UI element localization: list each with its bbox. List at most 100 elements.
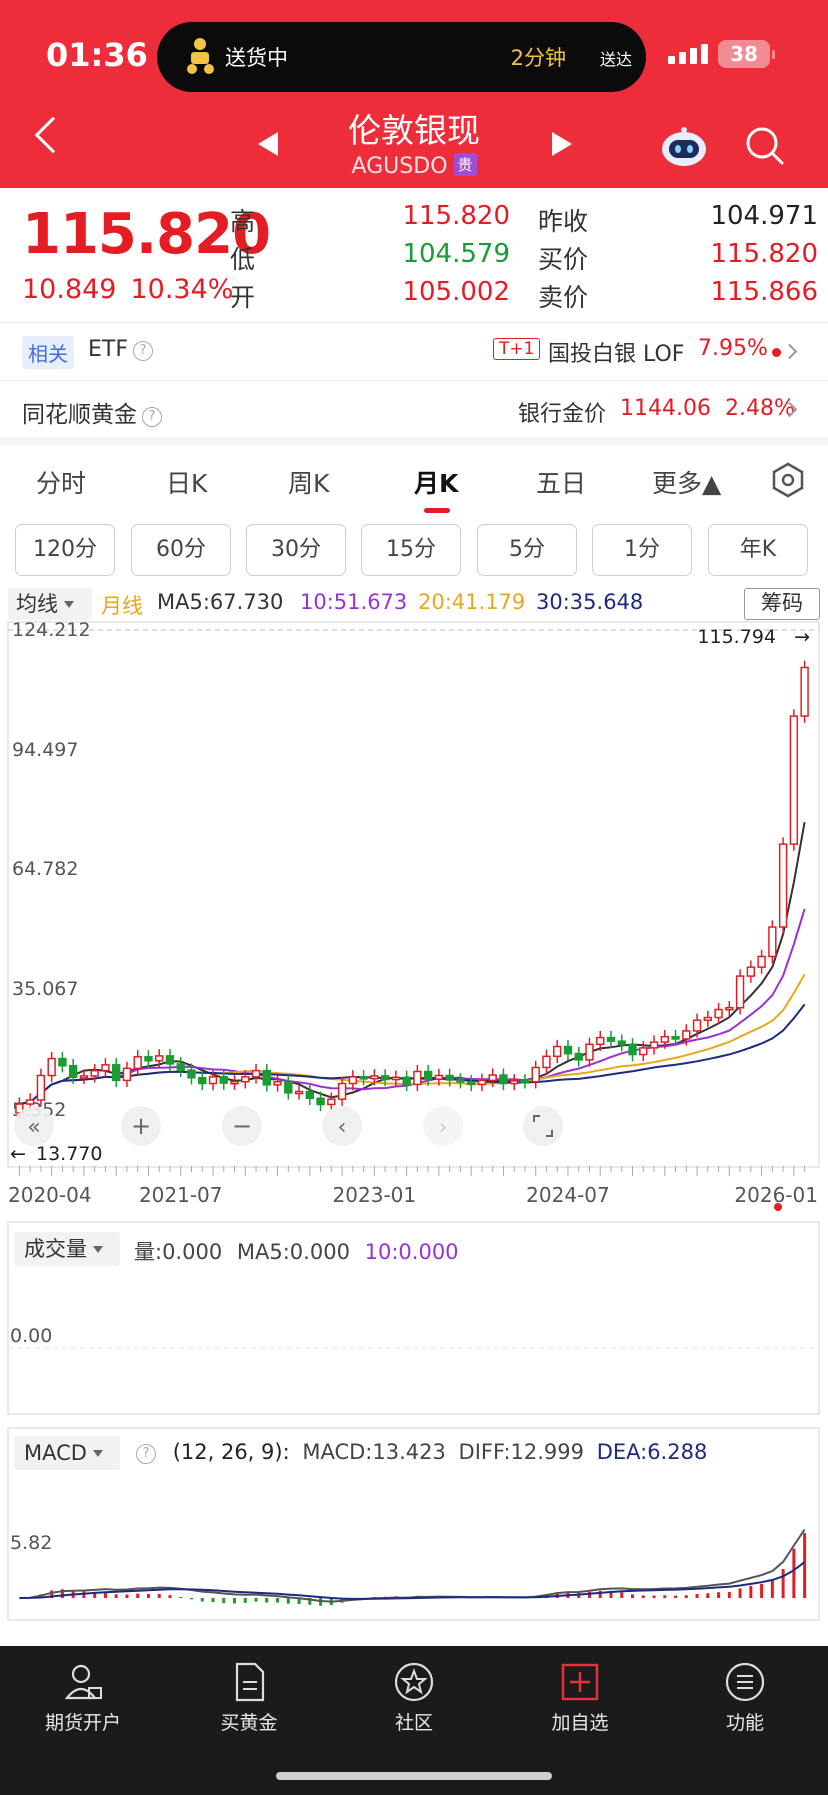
- candle-body: [768, 926, 777, 958]
- tab-more[interactable]: 更多▲: [652, 464, 721, 500]
- t1-badge: T+1: [493, 338, 541, 360]
- ask-label: 卖价: [538, 283, 589, 312]
- candles: [15, 660, 809, 1120]
- scroll-left-fast-button[interactable]: «: [14, 1106, 54, 1146]
- robot-assistant-icon[interactable]: [660, 125, 708, 167]
- menu-icon: [725, 1662, 765, 1702]
- scroll-left-button[interactable]: ‹: [322, 1106, 362, 1146]
- tab-intraday[interactable]: 分时: [36, 464, 86, 500]
- candle-body: [660, 1035, 669, 1043]
- ths-gold-label: 同花顺黄金: [22, 402, 137, 428]
- candle-body: [316, 1097, 325, 1106]
- period-1min[interactable]: 1分: [592, 524, 692, 576]
- candle-body: [574, 1052, 583, 1061]
- nav-community[interactable]: 社区: [331, 1646, 497, 1735]
- help-icon[interactable]: ?: [136, 1444, 156, 1464]
- bank-gold-price: 1144.06: [620, 396, 711, 421]
- candle-body: [789, 715, 799, 845]
- nav-add-watchlist[interactable]: 加自选: [497, 1646, 663, 1735]
- fullscreen-button[interactable]: [523, 1106, 563, 1146]
- candle-body: [208, 1076, 218, 1085]
- home-indicator: [276, 1772, 552, 1780]
- candle-body: [477, 1079, 487, 1086]
- delivery-scooter-icon: [187, 38, 214, 74]
- etf-label: ETF: [88, 337, 128, 362]
- period-year-k[interactable]: 年K: [708, 524, 808, 576]
- candle-body: [531, 1066, 540, 1083]
- lof-name[interactable]: 国投白银 LOF: [548, 336, 684, 368]
- macd-legend: ? (12, 26, 9): MACD:13.423 DIFF:12.999 D…: [136, 1440, 707, 1464]
- divider: [0, 380, 828, 381]
- candle-body: [649, 1041, 659, 1049]
- settings-icon[interactable]: [770, 462, 806, 498]
- candle-body: [466, 1081, 476, 1086]
- nav-futures-account[interactable]: 期货开户: [0, 1646, 166, 1735]
- period-120min[interactable]: 120分: [15, 524, 115, 576]
- active-tab-indicator: [424, 508, 450, 513]
- tab-daily-k[interactable]: 日K: [166, 464, 207, 500]
- section-divider: [0, 437, 828, 445]
- candle-body: [553, 1045, 562, 1058]
- nav-buy-gold[interactable]: 买黄金: [166, 1646, 332, 1735]
- help-icon[interactable]: ?: [142, 407, 162, 427]
- candle-body: [735, 975, 745, 1009]
- candle-body: [122, 1067, 132, 1082]
- tab-five-day[interactable]: 五日: [536, 464, 586, 500]
- candle-body: [488, 1074, 497, 1082]
- prev-instrument-icon[interactable]: [258, 132, 278, 156]
- period-30min[interactable]: 30分: [246, 524, 346, 576]
- divider: [0, 322, 828, 323]
- back-icon[interactable]: [34, 116, 72, 154]
- prev-close-value: 104.971: [710, 201, 818, 231]
- candle-body: [445, 1074, 454, 1081]
- candle-body: [133, 1056, 142, 1070]
- x-tick-label: 2026-01: [734, 1183, 818, 1207]
- candle-body: [58, 1057, 67, 1067]
- main-panel-frame: [7, 621, 820, 1168]
- candle-body: [596, 1036, 605, 1046]
- candle-body: [144, 1056, 153, 1062]
- candle-body: [499, 1074, 508, 1085]
- help-icon[interactable]: ?: [133, 341, 153, 361]
- volume-selector[interactable]: 成交量: [14, 1232, 120, 1266]
- tab-monthly-k[interactable]: 月K: [414, 464, 458, 500]
- volume-selector-label: 成交量: [24, 1237, 87, 1261]
- low-value: 104.579: [402, 239, 510, 269]
- candle-body: [230, 1081, 239, 1085]
- price-change: 10.849 10.34%: [22, 274, 233, 305]
- volume-ma10: 10:0.000: [364, 1240, 459, 1264]
- candle-body: [198, 1076, 207, 1085]
- etf-link[interactable]: ETF?: [88, 337, 153, 362]
- candle-body: [692, 1019, 702, 1032]
- candle-body: [111, 1064, 121, 1082]
- candle-body: [176, 1063, 185, 1071]
- zoom-out-button[interactable]: −: [222, 1106, 262, 1146]
- chevron-right-icon: ›: [439, 1115, 448, 1140]
- candle-body: [682, 1030, 691, 1040]
- scroll-right-button[interactable]: ›: [423, 1106, 463, 1146]
- dea-line: [19, 1561, 806, 1600]
- period-15min[interactable]: 15分: [361, 524, 461, 576]
- prev-close-label: 昨收: [538, 207, 589, 236]
- candle-body: [101, 1064, 110, 1072]
- nav-label: 期货开户: [44, 1712, 121, 1734]
- candle-body: [47, 1057, 56, 1077]
- zoom-in-button[interactable]: +: [121, 1106, 161, 1146]
- period-5min[interactable]: 5分: [477, 524, 577, 576]
- search-icon[interactable]: [745, 126, 785, 166]
- kline-chart[interactable]: 124.21294.49764.78235.0675.352 115.794 →…: [0, 582, 828, 1622]
- user-icon: [64, 1664, 102, 1700]
- nav-label: 社区: [394, 1712, 433, 1734]
- dynamic-island[interactable]: 送货中 2分钟 送达: [157, 22, 646, 92]
- ths-gold-link[interactable]: 同花顺黄金?: [22, 395, 162, 429]
- y-tick-label: 124.212: [12, 619, 91, 641]
- bid-label: 买价: [538, 245, 589, 274]
- period-60min[interactable]: 60分: [131, 524, 231, 576]
- macd-y-tick: 5.82: [10, 1532, 52, 1554]
- chevron-right-icon[interactable]: [781, 343, 798, 360]
- macd-selector[interactable]: MACD: [14, 1436, 120, 1470]
- nav-functions[interactable]: 功能: [662, 1646, 828, 1735]
- next-instrument-icon[interactable]: [552, 132, 572, 156]
- y-tick-label: 94.497: [12, 739, 78, 761]
- tab-weekly-k[interactable]: 周K: [288, 464, 329, 500]
